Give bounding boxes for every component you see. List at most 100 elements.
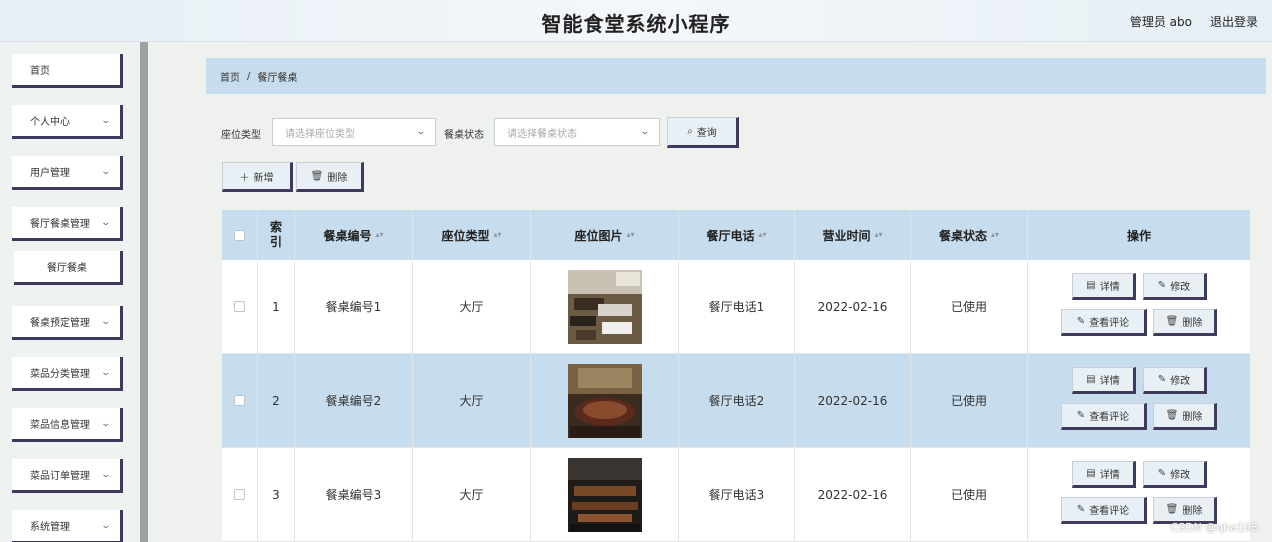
header-status[interactable]: 餐桌状态 ▴▾ <box>911 210 1028 260</box>
seat-photo[interactable] <box>567 363 642 438</box>
edit-button[interactable]: ✎ 修改 <box>1143 367 1207 394</box>
search-button[interactable]: ⌕ 查询 <box>667 117 739 148</box>
edit-button[interactable]: ✎ 修改 <box>1143 461 1207 488</box>
sidebar-item-reservations[interactable]: 餐桌预定管理 ⌄ <box>12 306 123 340</box>
view-reviews-button[interactable]: ✎ 查看评论 <box>1061 309 1147 336</box>
pencil-icon: ✎ <box>1157 468 1167 479</box>
table-row: 3 餐桌编号3 大厅 餐厅电话3 2022-02-16 已使用 ▤ 详情 ✎ 修改 … <box>222 448 1250 542</box>
bulk-delete-button[interactable]: 🗑 删除 <box>296 162 364 192</box>
chevron-down-icon: ⌄ <box>100 166 112 177</box>
header-label: 座位类型 <box>441 228 490 243</box>
sidebar-item-profile[interactable]: 个人中心 ⌄ <box>12 105 123 139</box>
edit-button-label: 修改 <box>1170 282 1191 293</box>
actions-cell: ▤ 详情 ✎ 修改 ✎ 查看评论 🗑 删除 <box>1028 260 1250 353</box>
sidebar-item-label: 菜品信息管理 <box>30 420 90 431</box>
delete-button-label: 删除 <box>1182 318 1203 329</box>
header-label: 餐厅电话 <box>706 228 755 243</box>
detail-button[interactable]: ▤ 详情 <box>1072 273 1136 300</box>
row-checkbox[interactable] <box>234 395 245 406</box>
pencil-icon: ✎ <box>1157 374 1167 385</box>
row-checkbox-cell <box>222 354 258 447</box>
edit-button-label: 修改 <box>1170 470 1191 481</box>
seat-photo-cell <box>531 260 679 353</box>
sidebar-item-system[interactable]: 系统管理 ⌄ <box>12 510 123 542</box>
breadcrumb-separator: / <box>247 70 251 82</box>
sort-icon: ▴▾ <box>990 230 1000 239</box>
delete-button[interactable]: 🗑 删除 <box>1153 403 1217 430</box>
index-cell: 1 <box>258 260 295 353</box>
table-status-select[interactable]: 请选择餐桌状态 ⌄ <box>494 118 660 146</box>
add-button[interactable]: ＋ 新增 <box>222 162 293 192</box>
watermark: CSDN @qha103 <box>1170 521 1258 534</box>
sidebar-item-users[interactable]: 用户管理 ⌄ <box>12 156 123 190</box>
seat-photo[interactable] <box>567 457 642 532</box>
detail-button[interactable]: ▤ 详情 <box>1072 367 1136 394</box>
chevron-down-icon: ⌄ <box>100 520 112 531</box>
detail-button-label: 详情 <box>1099 376 1120 387</box>
sidebar-scrollbar[interactable] <box>140 42 148 542</box>
pencil-icon: ✎ <box>1157 280 1167 291</box>
breadcrumb-home[interactable]: 首页 <box>220 69 240 84</box>
seat-type-select[interactable]: 请选择座位类型 ⌄ <box>272 118 436 146</box>
seat-photo[interactable] <box>567 269 642 344</box>
header-label: 餐桌编号 <box>323 228 372 243</box>
document-icon: ▤ <box>1086 280 1096 291</box>
trash-icon: 🗑 <box>1165 410 1179 421</box>
detail-button-label: 详情 <box>1099 470 1120 481</box>
edit-button-label: 修改 <box>1170 376 1191 387</box>
table-no-cell: 餐桌编号3 <box>295 448 413 541</box>
header-phone[interactable]: 餐厅电话 ▴▾ <box>679 210 795 260</box>
view-reviews-button[interactable]: ✎ 查看评论 <box>1061 497 1147 524</box>
seat-type-cell: 大厅 <box>413 260 531 353</box>
sort-icon: ▴▾ <box>626 230 635 239</box>
sidebar-item-label: 个人中心 <box>30 117 70 128</box>
document-icon: ▤ <box>1086 374 1096 385</box>
sidebar-item-label: 餐厅餐桌管理 <box>30 219 90 230</box>
header-index: 索引 <box>258 210 295 260</box>
header-seat-photo[interactable]: 座位图片 ▴▾ <box>531 210 679 260</box>
index-cell: 2 <box>258 354 295 447</box>
delete-button[interactable]: 🗑 删除 <box>1153 497 1217 524</box>
table-row: 1 餐桌编号1 大厅 餐厅电话1 2022-02-16 已使用 ▤ 详情 ✎ 修… <box>222 260 1250 354</box>
row-checkbox[interactable] <box>234 301 245 312</box>
table-status-placeholder: 请选择餐桌状态 <box>507 128 577 140</box>
view-reviews-button-label: 查看评论 <box>1089 318 1130 329</box>
header-seat-type[interactable]: 座位类型 ▴▾ <box>413 210 531 260</box>
trash-icon: 🗑 <box>1165 316 1179 327</box>
header-table-no[interactable]: 餐桌编号 ▴▾ <box>295 210 413 260</box>
app-title: 智能食堂系统小程序 <box>541 12 731 36</box>
sidebar-item-dish-category[interactable]: 菜品分类管理 ⌄ <box>12 357 123 391</box>
sidebar-item-dish-orders[interactable]: 菜品订单管理 ⌄ <box>12 459 123 493</box>
breadcrumb-current: 餐厅餐桌 <box>257 72 298 84</box>
top-bar: 智能食堂系统小程序 管理员 abo 退出登录 <box>0 0 1272 42</box>
sidebar-item-home[interactable]: 首页 <box>12 54 123 88</box>
logout-link[interactable]: 退出登录 <box>1210 13 1258 30</box>
edit-button[interactable]: ✎ 修改 <box>1143 273 1207 300</box>
view-reviews-button[interactable]: ✎ 查看评论 <box>1061 403 1147 430</box>
add-button-label: 新增 <box>253 172 274 184</box>
select-all-checkbox[interactable] <box>234 229 245 241</box>
chevron-down-icon: ⌄ <box>639 127 651 137</box>
chevron-down-icon: ⌄ <box>100 418 112 429</box>
chevron-down-icon: ⌄ <box>415 127 427 137</box>
sidebar-subitem-tables[interactable]: 餐厅餐桌 <box>14 251 123 285</box>
delete-button[interactable]: 🗑 删除 <box>1153 309 1217 336</box>
seat-type-placeholder: 请选择座位类型 <box>285 128 355 140</box>
row-checkbox[interactable] <box>234 489 245 500</box>
phone-cell: 餐厅电话3 <box>679 448 795 541</box>
header-label: 座位图片 <box>574 228 623 243</box>
detail-button[interactable]: ▤ 详情 <box>1072 461 1136 488</box>
chevron-down-icon: ⌄ <box>100 217 112 228</box>
seat-type-cell: 大厅 <box>413 354 531 447</box>
header-actions: 操作 <box>1126 228 1151 243</box>
sidebar-item-table-management[interactable]: 餐厅餐桌管理 ⌄ <box>12 207 123 241</box>
phone-cell: 餐厅电话1 <box>679 260 795 353</box>
delete-button-label: 删除 <box>1182 506 1203 517</box>
header-hours[interactable]: 营业时间 ▴▾ <box>795 210 911 260</box>
pencil-icon: ✎ <box>1076 504 1086 515</box>
seat-type-cell: 大厅 <box>413 448 531 541</box>
sidebar-item-dish-info[interactable]: 菜品信息管理 ⌄ <box>12 408 123 442</box>
hours-cell: 2022-02-16 <box>795 448 911 541</box>
header-label: 营业时间 <box>822 228 871 243</box>
sort-icon: ▴▾ <box>375 230 384 239</box>
